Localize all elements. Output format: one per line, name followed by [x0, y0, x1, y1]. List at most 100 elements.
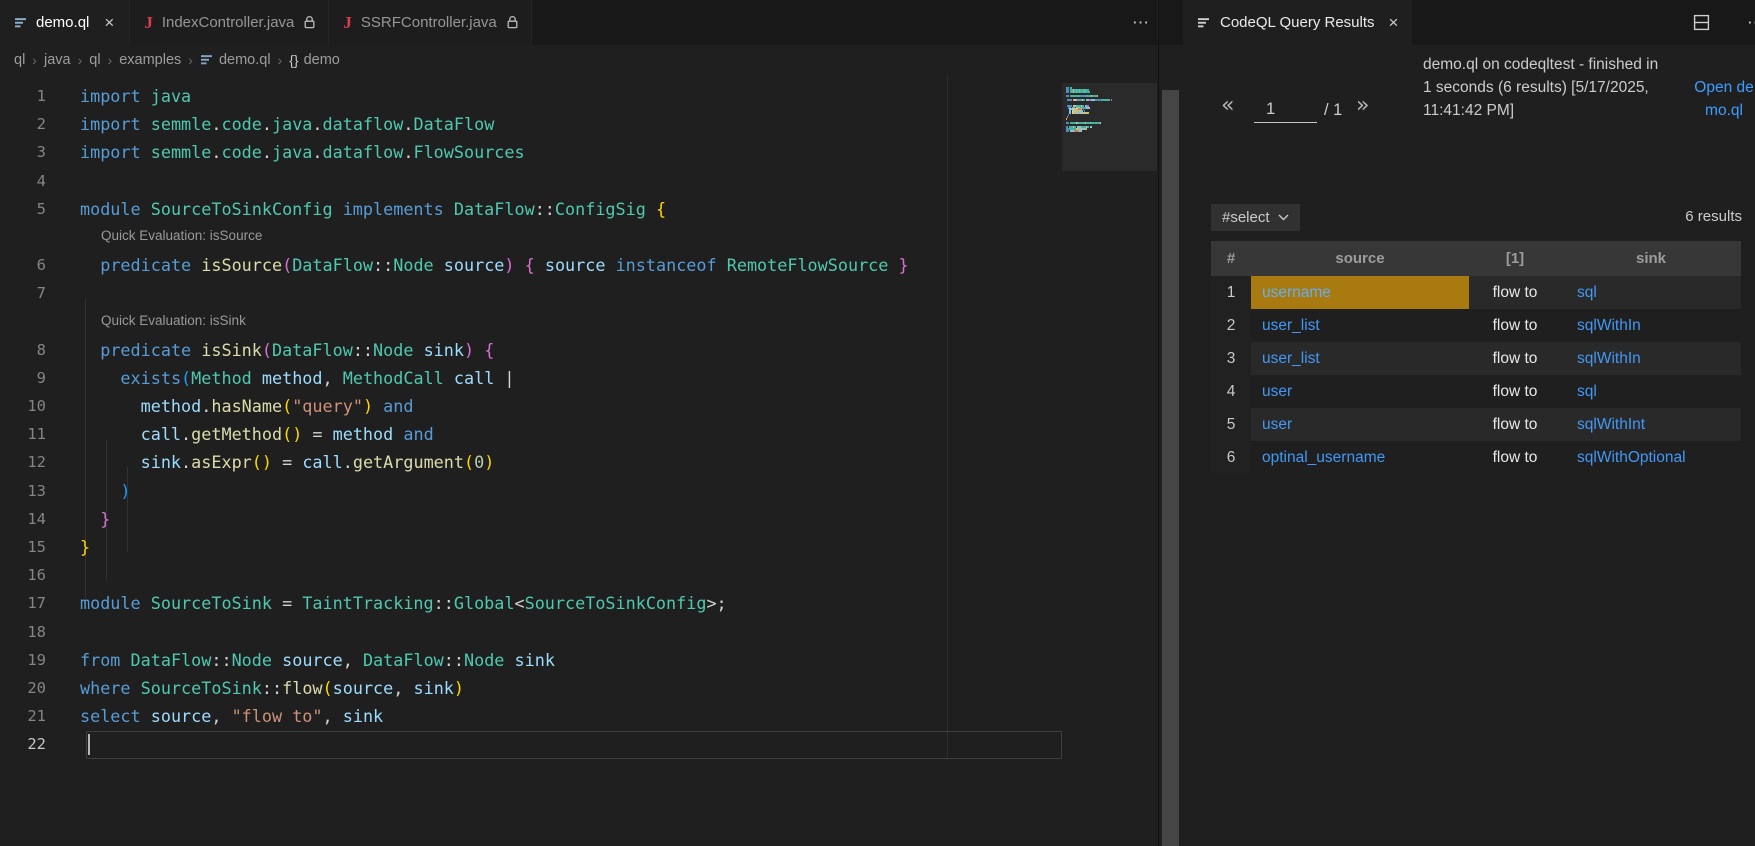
code-line-1[interactable]: 1import java	[0, 82, 1157, 110]
code-line-22[interactable]: 22	[0, 730, 1157, 758]
result-row-number: 3	[1211, 342, 1251, 375]
source-link-user-list[interactable]: user_list	[1262, 350, 1320, 368]
result-row-4[interactable]: 4userflow tosql	[1211, 375, 1741, 408]
select-result-set-dropdown[interactable]: #select	[1211, 204, 1300, 231]
code-editor[interactable]: 1import java2import semmle.code.java.dat…	[0, 75, 1157, 846]
sink-link-sqlwithin[interactable]: sqlWithIn	[1577, 317, 1641, 335]
result-relation-cell: flow to	[1469, 408, 1561, 441]
breadcrumb-separator: ›	[108, 52, 113, 68]
code-line-21[interactable]: 21select source, "flow to", sink	[0, 702, 1157, 730]
column-header-1: [1]	[1469, 241, 1561, 276]
close-icon[interactable]: ×	[1389, 14, 1399, 31]
panel-more-icon[interactable]: ⋯	[1739, 0, 1755, 45]
sink-link-sqlwithoptional[interactable]: sqlWithOptional	[1577, 449, 1686, 467]
line-number: 8	[0, 336, 46, 364]
lock-icon	[506, 15, 519, 30]
tab-ssrfcontroller-java[interactable]: JSSRFController.java	[329, 0, 531, 45]
result-sink-cell: sql	[1561, 276, 1741, 309]
line-number: 14	[0, 505, 46, 533]
results-tab-label: CodeQL Query Results	[1220, 14, 1375, 31]
result-row-6[interactable]: 6optinal_usernameflow tosqlWithOptional	[1211, 441, 1741, 474]
code-line-9[interactable]: 9 exists(Method method, MethodCall call …	[0, 364, 1157, 392]
java-file-icon: J	[343, 13, 352, 33]
code-line-12[interactable]: 12 sink.asExpr() = call.getArgument(0)	[0, 448, 1157, 476]
code-text: predicate isSink(DataFlow::Node sink) {	[80, 336, 494, 364]
result-relation-cell: flow to	[1469, 342, 1561, 375]
source-link-user[interactable]: user	[1262, 383, 1292, 401]
codelens-link-quick-evaluation-issource[interactable]: Quick Evaluation: isSource	[101, 223, 262, 249]
minimap-line	[1097, 95, 1098, 97]
breadcrumb-item-examples-3[interactable]: examples	[119, 52, 181, 68]
sink-link-sqlwithint[interactable]: sqlWithInt	[1577, 416, 1645, 434]
line-number: 6	[0, 251, 46, 279]
code-line-16[interactable]: 16	[0, 561, 1157, 589]
breadcrumb-separator: ›	[188, 52, 193, 68]
column-header-sink: sink	[1561, 241, 1741, 276]
open-query-link[interactable]: Open demo.ql	[1692, 76, 1755, 123]
tab-indexcontroller-java[interactable]: JIndexController.java	[130, 0, 329, 45]
code-line-10[interactable]: 10 method.hasName("query") and	[0, 392, 1157, 420]
result-row-5[interactable]: 5 user flow to sqlWithInt	[1211, 408, 1741, 441]
minimap-line	[1090, 126, 1092, 128]
minimap[interactable]	[1062, 75, 1157, 846]
results-table: #source[1]sink 1usernameflow tosql2user_…	[1211, 241, 1741, 474]
code-line-8[interactable]: 8 predicate isSink(DataFlow::Node sink) …	[0, 336, 1157, 364]
minimap-line	[1084, 91, 1090, 93]
result-sink-cell: sqlWithInt	[1561, 408, 1741, 441]
tab-codeql-query-results[interactable]: CodeQL Query Results ×	[1183, 0, 1412, 45]
code-line-18[interactable]: 18	[0, 618, 1157, 646]
code-line-6[interactable]: 6 predicate isSource(DataFlow::Node sour…	[0, 251, 1157, 279]
result-source-cell: optinal_username	[1251, 441, 1469, 474]
prev-page-button[interactable]: «	[1221, 93, 1234, 118]
next-page-button[interactable]: »	[1356, 93, 1369, 118]
sink-link-sql[interactable]: sql	[1577, 383, 1597, 401]
line-number: 19	[0, 646, 46, 674]
breadcrumb-item-java-1[interactable]: java	[44, 52, 71, 68]
result-row-1[interactable]: 1usernameflow tosql	[1211, 276, 1741, 309]
source-link-username[interactable]: username	[1262, 284, 1331, 302]
code-line-13[interactable]: 13 )	[0, 477, 1157, 505]
line-number: 22	[0, 730, 46, 758]
line-number: 2	[0, 110, 46, 138]
result-row-2[interactable]: 2user_listflow tosqlWithIn	[1211, 309, 1741, 342]
tab-demo-ql[interactable]: demo.ql×	[0, 0, 130, 45]
code-line-15[interactable]: 15}	[0, 533, 1157, 561]
close-icon[interactable]: ×	[101, 13, 117, 32]
source-link-user-list[interactable]: user_list	[1262, 317, 1320, 335]
column-header-: #	[1211, 241, 1251, 276]
breadcrumb-item-demo-5[interactable]: {}demo	[289, 52, 340, 68]
code-line-5[interactable]: 5module SourceToSinkConfig implements Da…	[0, 195, 1157, 223]
sink-link-sqlwithin[interactable]: sqlWithIn	[1577, 350, 1641, 368]
code-line-4[interactable]: 4	[0, 167, 1157, 195]
code-line-11[interactable]: 11 call.getMethod() = method and	[0, 420, 1157, 448]
split-editor-icon[interactable]	[1693, 14, 1710, 36]
code-line-17[interactable]: 17module SourceToSink = TaintTracking::G…	[0, 589, 1157, 617]
line-number: 7	[0, 279, 46, 307]
code-line-7[interactable]: 7	[0, 279, 1157, 307]
code-text: call.getMethod() = method and	[80, 420, 434, 448]
source-link-user[interactable]: user	[1262, 416, 1292, 434]
panel-scrollbar[interactable]	[1162, 90, 1179, 846]
breadcrumb-item-demo-ql-4[interactable]: demo.ql	[200, 52, 271, 68]
result-row-3[interactable]: 3 user_list flow to sqlWithIn	[1211, 342, 1741, 375]
breadcrumb-item-ql-2[interactable]: ql	[89, 52, 100, 68]
line-number: 17	[0, 589, 46, 617]
breadcrumb-item-ql-0[interactable]: ql	[14, 52, 25, 68]
minimap-line	[1066, 122, 1069, 124]
code-line-20[interactable]: 20where SourceToSink::flow(source, sink)	[0, 674, 1157, 702]
sink-link-sql[interactable]: sql	[1577, 284, 1597, 302]
code-line-3[interactable]: 3import semmle.code.java.dataflow.FlowSo…	[0, 138, 1157, 166]
source-link-optinal-username[interactable]: optinal_username	[1262, 449, 1385, 467]
result-row-number: 5	[1211, 408, 1251, 441]
minimap-line	[1070, 95, 1080, 97]
code-line-2[interactable]: 2import semmle.code.java.dataflow.DataFl…	[0, 110, 1157, 138]
code-text: import semmle.code.java.dataflow.FlowSou…	[80, 138, 525, 166]
codelens-link-quick-evaluation-issink[interactable]: Quick Evaluation: isSink	[101, 308, 246, 334]
page-number-input[interactable]	[1254, 96, 1317, 123]
lock-icon	[303, 15, 316, 30]
code-line-14[interactable]: 14 }	[0, 505, 1157, 533]
editor-actions-more-icon[interactable]: ⋯	[1124, 0, 1158, 45]
code-line-19[interactable]: 19from DataFlow::Node source, DataFlow::…	[0, 646, 1157, 674]
result-row-number: 6	[1211, 441, 1251, 474]
code-text: }	[80, 505, 110, 533]
